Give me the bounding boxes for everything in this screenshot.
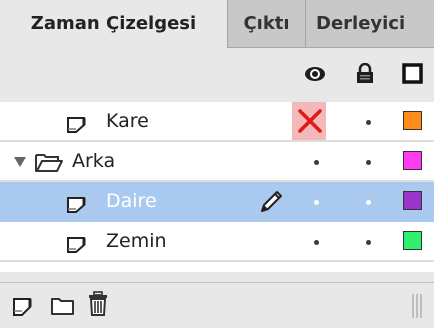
layer-toolbar [0, 282, 434, 328]
tab-timeline[interactable]: Zaman Çizelgesi [0, 0, 227, 49]
layer-row-arka[interactable]: Arka [0, 142, 434, 182]
layer-row-kare[interactable]: Kare [0, 102, 434, 142]
folder-name[interactable]: Arka [72, 142, 115, 180]
lock-toggle-dot[interactable] [366, 160, 371, 165]
new-folder-icon[interactable] [50, 296, 76, 316]
layer-color-swatch[interactable] [403, 151, 422, 170]
expand-triangle-icon[interactable] [13, 156, 27, 168]
layer-icon [67, 237, 86, 253]
visibility-toggle-dot[interactable] [314, 200, 319, 205]
layer-header-row [0, 48, 434, 100]
layer-color-swatch[interactable] [403, 231, 422, 250]
layer-name[interactable]: Daire [106, 182, 157, 220]
layer-list: Kare Arka Daire Zemin [0, 102, 434, 272]
layer-row-zemin[interactable]: Zemin [0, 222, 434, 262]
lock-icon[interactable] [356, 63, 374, 84]
tab-output[interactable]: Çıktı [228, 0, 305, 48]
folder-open-icon [35, 154, 63, 172]
layer-row-daire[interactable]: Daire [0, 182, 434, 222]
eye-icon[interactable] [304, 66, 326, 82]
new-layer-icon[interactable] [12, 297, 34, 317]
pencil-icon [261, 191, 282, 212]
layer-name[interactable]: Kare [106, 102, 149, 140]
layer-color-swatch[interactable] [403, 111, 422, 130]
timeline-panel: Zaman Çizelgesi Çıktı Derleyici Kare Ark… [0, 0, 434, 328]
resize-grip-icon[interactable] [410, 293, 424, 319]
layer-icon [67, 197, 86, 213]
layer-name[interactable]: Zemin [106, 222, 167, 260]
outline-square-icon[interactable] [402, 63, 423, 84]
lock-toggle-dot[interactable] [366, 240, 371, 245]
hidden-x-icon [298, 109, 322, 133]
tab-compiler[interactable]: Derleyici [306, 0, 434, 48]
lock-toggle-dot[interactable] [366, 120, 371, 125]
tab-bar: Zaman Çizelgesi Çıktı Derleyici [0, 0, 434, 49]
layer-color-swatch[interactable] [403, 191, 422, 210]
visibility-toggle-dot[interactable] [314, 240, 319, 245]
lock-toggle-dot[interactable] [366, 200, 371, 205]
visibility-toggle-dot[interactable] [314, 160, 319, 165]
delete-icon[interactable] [88, 291, 108, 317]
layer-icon [67, 117, 86, 133]
